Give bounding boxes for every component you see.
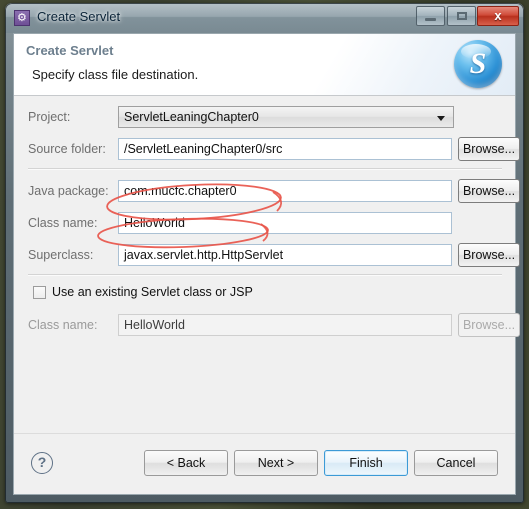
row-use-existing: Use an existing Servlet class or JSP <box>14 284 515 304</box>
use-existing-label: Use an existing Servlet class or JSP <box>52 285 253 299</box>
servlet-wizard-icon: S <box>454 40 502 88</box>
window-title: Create Servlet <box>37 9 121 24</box>
help-icon[interactable]: ? <box>31 452 53 474</box>
row-superclass: Superclass: javax.servlet.http.HttpServl… <box>14 242 520 270</box>
java-package-input[interactable]: com.mucfc.chapter0 <box>118 180 452 202</box>
maximize-button[interactable] <box>447 6 476 26</box>
gear-icon: ⚙ <box>14 10 30 26</box>
row-class-name: Class name: HelloWorld <box>14 210 515 238</box>
dialog-client-area: Create Servlet Specify class file destin… <box>13 33 520 495</box>
project-label: Project: <box>28 110 71 124</box>
row-source-folder: Source folder: /ServletLeaningChapter0/s… <box>14 136 520 164</box>
row-java-package: Java package: com.mucfc.chapter0 Browse.… <box>14 178 520 206</box>
source-folder-browse-button[interactable]: Browse... <box>458 137 520 161</box>
back-button[interactable]: < Back <box>144 450 228 476</box>
existing-class-name-input: HelloWorld <box>118 314 452 336</box>
wizard-header: Create Servlet Specify class file destin… <box>14 34 515 96</box>
minimize-icon <box>425 18 436 21</box>
next-button[interactable]: Next > <box>234 450 318 476</box>
existing-class-name-label: Class name: <box>28 318 98 332</box>
minimize-button[interactable] <box>416 6 445 26</box>
chevron-down-icon <box>437 116 445 121</box>
project-combobox[interactable]: ServletLeaningChapter0 <box>118 106 454 128</box>
separator-bottom <box>28 274 502 276</box>
java-package-browse-button[interactable]: Browse... <box>458 179 520 203</box>
title-bar[interactable]: ⚙ Create Servlet x <box>5 3 524 33</box>
source-folder-label: Source folder: <box>28 142 106 156</box>
separator-top <box>28 168 502 170</box>
dialog-footer: ? < Back Next > Finish Cancel <box>14 433 515 494</box>
wizard-title: Create Servlet <box>26 43 114 58</box>
java-package-label: Java package: <box>28 184 109 198</box>
maximize-icon <box>457 12 467 20</box>
wizard-subtitle: Specify class file destination. <box>32 67 199 82</box>
close-button[interactable]: x <box>477 6 519 26</box>
form-area: Project: ServletLeaningChapter0 Source f… <box>14 96 520 433</box>
superclass-browse-button[interactable]: Browse... <box>458 243 520 267</box>
servlet-icon-glyph: S <box>469 47 487 80</box>
superclass-input[interactable]: javax.servlet.http.HttpServlet <box>118 244 452 266</box>
use-existing-checkbox[interactable] <box>33 286 46 299</box>
finish-button[interactable]: Finish <box>324 450 408 476</box>
class-name-label: Class name: <box>28 216 98 230</box>
existing-class-name-browse-button: Browse... <box>458 313 520 337</box>
create-servlet-dialog: ⚙ Create Servlet x Create Servlet Specif… <box>5 3 524 503</box>
superclass-label: Superclass: <box>28 248 94 262</box>
row-existing-class-name: Class name: HelloWorld Browse... <box>14 312 520 340</box>
source-folder-input[interactable]: /ServletLeaningChapter0/src <box>118 138 452 160</box>
cancel-button[interactable]: Cancel <box>414 450 498 476</box>
row-project: Project: ServletLeaningChapter0 <box>14 104 515 132</box>
class-name-input[interactable]: HelloWorld <box>118 212 452 234</box>
gear-glyph: ⚙ <box>17 12 27 24</box>
